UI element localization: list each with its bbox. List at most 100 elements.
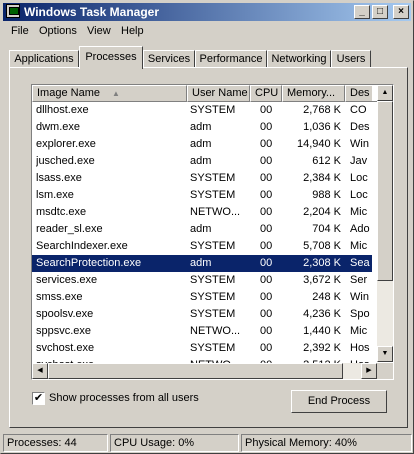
table-row[interactable]: sppsvc.exe NETWO... 00 1,440 K Mic (32, 323, 372, 340)
column-header-memory[interactable]: Memory... (282, 85, 345, 102)
process-rows: dllhost.exe SYSTEM 00 2,768 K CO dwm.exe adm 00… (32, 102, 372, 374)
cell-cpu: 00 (260, 189, 273, 201)
table-row[interactable]: svchost.exe SYSTEM 00 2,392 K Hos (32, 340, 372, 357)
menu-view[interactable]: View (87, 25, 111, 37)
cell-description: Jav (350, 155, 368, 167)
cell-user-name: adm (190, 121, 212, 133)
table-row[interactable]: msdtc.exe NETWO... 00 2,204 K Mic (32, 204, 372, 221)
process-list[interactable]: Image Name ▲ User Name CPU Memory... Des … (31, 84, 394, 380)
cell-description: Mic (350, 240, 368, 252)
cell-memory: 2,392 K (303, 342, 341, 354)
horizontal-scroll-thumb[interactable] (48, 363, 343, 379)
cell-cpu: 00 (260, 308, 273, 320)
table-row[interactable]: reader_sl.exe adm 00 704 K Ado (32, 221, 372, 238)
vertical-scrollbar[interactable]: ▲ ▼ (377, 85, 393, 362)
menu-help[interactable]: Help (121, 25, 144, 37)
cell-image-name: explorer.exe (36, 138, 96, 150)
table-row[interactable]: smss.exe SYSTEM 00 248 K Win (32, 289, 372, 306)
cell-user-name: SYSTEM (190, 189, 236, 201)
end-process-button[interactable]: End Process (291, 390, 387, 413)
cell-image-name: sppsvc.exe (36, 325, 92, 337)
cell-user-name: SYSTEM (190, 104, 236, 116)
cell-memory: 2,384 K (303, 172, 341, 184)
scroll-right-arrow-icon[interactable]: ▶ (361, 363, 377, 379)
table-row[interactable]: dllhost.exe SYSTEM 00 2,768 K CO (32, 102, 372, 119)
show-all-users-checkbox[interactable]: ✔ (32, 392, 45, 405)
vertical-scroll-thumb[interactable] (377, 101, 393, 281)
maximize-button[interactable]: □ (372, 5, 388, 19)
cell-cpu: 00 (260, 223, 273, 235)
tab-networking[interactable]: Networking (267, 50, 331, 68)
table-row[interactable]: SearchIndexer.exe SYSTEM 00 5,708 K Mic (32, 238, 372, 255)
minimize-button[interactable]: _ (354, 5, 370, 19)
cell-memory: 2,308 K (303, 257, 341, 269)
column-header-user-name[interactable]: User Name (187, 85, 250, 102)
cell-image-name: SearchProtection.exe (36, 257, 142, 269)
tab-services[interactable]: Services (143, 50, 195, 68)
cell-memory: 3,672 K (303, 274, 341, 286)
list-header: Image Name ▲ User Name CPU Memory... Des (32, 85, 385, 102)
cell-user-name: SYSTEM (190, 240, 236, 252)
scroll-up-arrow-icon[interactable]: ▲ (377, 85, 393, 101)
column-header-cpu[interactable]: CPU (250, 85, 282, 102)
sort-ascending-icon: ▲ (111, 89, 120, 98)
tab-users[interactable]: Users (331, 50, 371, 68)
cell-memory: 14,940 K (296, 138, 341, 150)
cell-description: Mic (350, 206, 368, 218)
table-row[interactable]: spoolsv.exe SYSTEM 00 4,236 K Spo (32, 306, 372, 323)
table-row[interactable]: jusched.exe adm 00 612 K Jav (32, 153, 372, 170)
cell-image-name: smss.exe (36, 291, 83, 303)
table-row[interactable]: lsass.exe SYSTEM 00 2,384 K Loc (32, 170, 372, 187)
horizontal-scrollbar[interactable]: ◀ ▶ (32, 363, 377, 379)
cell-cpu: 00 (260, 121, 273, 133)
cell-description: CO (350, 104, 367, 116)
cell-user-name: SYSTEM (190, 308, 236, 320)
table-row[interactable]: SearchProtection.exe adm 00 2,308 K Sea (32, 255, 372, 272)
task-manager-window: Windows Task Manager _ □ × File Options … (0, 0, 414, 454)
tab-performance[interactable]: Performance (195, 50, 267, 68)
cell-cpu: 00 (260, 274, 273, 286)
cell-user-name: adm (190, 138, 212, 150)
cell-description: Win (350, 291, 369, 303)
cell-memory: 612 K (312, 155, 341, 167)
cell-image-name: SearchIndexer.exe (36, 240, 128, 252)
menu-file[interactable]: File (11, 25, 29, 37)
cell-description: Spo (350, 308, 370, 320)
table-row[interactable]: explorer.exe adm 00 14,940 K Win (32, 136, 372, 153)
title-bar[interactable]: Windows Task Manager _ □ × (3, 3, 411, 21)
cell-description: Loc (350, 172, 368, 184)
cell-description: Des (350, 121, 370, 133)
cell-memory: 248 K (312, 291, 341, 303)
menu-options[interactable]: Options (39, 25, 77, 37)
cell-cpu: 00 (260, 291, 273, 303)
cell-user-name: SYSTEM (190, 291, 236, 303)
cell-user-name: adm (190, 223, 212, 235)
cell-description: Loc (350, 189, 368, 201)
table-row[interactable]: services.exe SYSTEM 00 3,672 K Ser (32, 272, 372, 289)
cell-image-name: lsass.exe (36, 172, 82, 184)
table-row[interactable]: lsm.exe SYSTEM 00 988 K Loc (32, 187, 372, 204)
window-title: Windows Task Manager (24, 5, 160, 19)
cell-image-name: msdtc.exe (36, 206, 87, 218)
cell-image-name: lsm.exe (36, 189, 74, 201)
column-label: Image Name (37, 87, 100, 99)
cell-user-name: SYSTEM (190, 274, 236, 286)
status-physical-memory: Physical Memory: 40% (241, 434, 412, 452)
cell-memory: 1,440 K (303, 325, 341, 337)
cell-image-name: dllhost.exe (36, 104, 89, 116)
scroll-down-arrow-icon[interactable]: ▼ (377, 346, 393, 362)
scroll-left-arrow-icon[interactable]: ◀ (32, 363, 48, 379)
tab-applications[interactable]: Applications (9, 50, 79, 68)
tab-processes[interactable]: Processes (79, 46, 143, 69)
cell-user-name: SYSTEM (190, 172, 236, 184)
cell-user-name: adm (190, 257, 212, 269)
close-button[interactable]: × (393, 5, 409, 19)
column-header-image-name[interactable]: Image Name ▲ (32, 85, 187, 102)
cell-image-name: spoolsv.exe (36, 308, 94, 320)
table-row[interactable]: dwm.exe adm 00 1,036 K Des (32, 119, 372, 136)
cell-image-name: jusched.exe (36, 155, 95, 167)
cell-memory: 704 K (312, 223, 341, 235)
cell-description: Ser (350, 274, 368, 286)
show-all-users-label[interactable]: Show processes from all users (49, 392, 199, 404)
cell-memory: 2,204 K (303, 206, 341, 218)
